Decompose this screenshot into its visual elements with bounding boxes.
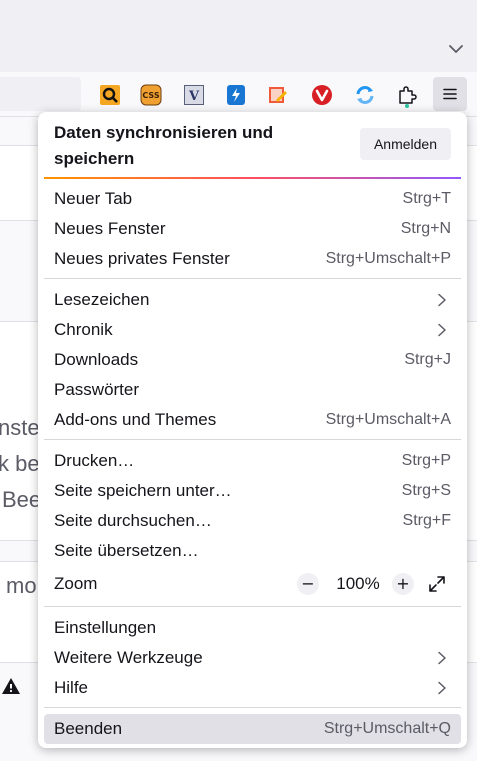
zoom-label: Zoom — [54, 574, 98, 593]
menu-item-history[interactable]: Chronik — [44, 315, 461, 345]
menu-item-save-page[interactable]: Seite speichern unter… Strg+S — [44, 476, 461, 506]
chevron-right-icon — [438, 681, 446, 695]
menu-item-shortcut: Strg+Umschalt+A — [325, 411, 451, 428]
v-extension-button[interactable]: V — [183, 84, 205, 106]
menu-item-bookmarks[interactable]: Lesezeichen — [44, 285, 461, 315]
menu-item-shortcut: Strg+S — [401, 482, 451, 499]
edit-extension-button[interactable] — [267, 84, 289, 106]
menu-separator — [44, 439, 461, 440]
app-menu-panel: Daten synchronisieren und speichern Anme… — [38, 112, 467, 748]
menu-item-label: Add-ons und Themes — [54, 410, 217, 429]
menu-item-shortcut: Strg+T — [402, 190, 451, 207]
menu-item-label: Neuer Tab — [54, 189, 133, 208]
menu-item-label: Beenden — [54, 719, 123, 738]
chevron-down-icon — [449, 45, 463, 53]
menu-item-label: Passwörter — [54, 380, 140, 399]
list-all-tabs-button[interactable] — [445, 38, 467, 60]
page-text-fragment: k be — [0, 451, 40, 476]
menu-item-new-window[interactable]: Neues Fenster Strg+N — [44, 214, 461, 244]
magnifier-extension-icon — [100, 85, 120, 105]
zoom-in-button[interactable]: + — [392, 573, 414, 595]
menu-item-label: Seite durchsuchen… — [54, 511, 212, 530]
sign-in-button[interactable]: Anmelden — [359, 128, 451, 160]
page-text-fragment: Bee — [2, 487, 42, 512]
menu-item-label: Chronik — [54, 320, 113, 339]
zoom-out-button[interactable]: − — [297, 573, 319, 595]
fullscreen-button[interactable] — [426, 573, 448, 595]
magnifier-extension-button[interactable] — [99, 84, 121, 106]
menu-item-shortcut: Strg+N — [400, 220, 451, 237]
chevron-right-icon — [438, 293, 446, 307]
menu-item-settings[interactable]: Einstellungen — [44, 613, 461, 643]
menu-item-label: Weitere Werkzeuge — [54, 648, 203, 667]
sync-extension-button[interactable] — [354, 84, 376, 106]
menu-separator — [44, 278, 461, 279]
vivaldi-extension-icon — [312, 85, 332, 105]
menu-item-label: Hilfe — [54, 678, 89, 697]
sync-extension-icon — [356, 86, 374, 104]
menu-item-label: Seite übersetzen… — [54, 541, 199, 560]
menu-item-find-in-page[interactable]: Seite durchsuchen… Strg+F — [44, 506, 461, 536]
menu-item-label: Downloads — [54, 350, 139, 369]
menu-item-label: Einstellungen — [54, 618, 157, 637]
sync-header: Daten synchronisieren und speichern Anme… — [38, 112, 467, 178]
sync-title: Daten synchronisieren und speichern — [54, 123, 274, 168]
lightning-extension-icon — [227, 85, 245, 105]
css-extension-icon: CSS — [140, 84, 162, 106]
hamburger-menu-icon — [443, 88, 457, 100]
lightning-extension-button[interactable] — [225, 84, 247, 106]
menu-item-help[interactable]: Hilfe — [44, 673, 461, 703]
chevron-right-icon — [438, 651, 446, 665]
menu-item-label: Seite speichern unter… — [54, 481, 232, 500]
menu-item-print[interactable]: Drucken… Strg+P — [44, 446, 461, 476]
menu-item-shortcut: Strg+F — [402, 512, 451, 529]
css-extension-button[interactable]: CSS — [140, 84, 162, 106]
menu-item-label: Neues privates Fenster — [54, 249, 230, 268]
menu-item-new-tab[interactable]: Neuer Tab Strg+T — [44, 184, 461, 214]
fullscreen-icon — [429, 576, 445, 592]
menu-item-quit[interactable]: Beenden Strg+Umschalt+Q — [44, 714, 461, 744]
url-bar[interactable] — [0, 77, 81, 111]
menu-item-label: Lesezeichen — [54, 290, 150, 309]
page-text-fragment: mo — [6, 573, 37, 598]
app-menu-button[interactable] — [433, 77, 467, 111]
menu-separator — [44, 707, 461, 708]
menu-separator — [44, 606, 461, 607]
warning-icon — [0, 675, 22, 697]
sync-accent-divider — [44, 177, 461, 179]
svg-text:V: V — [188, 89, 200, 104]
menu-item-new-private-window[interactable]: Neues privates Fenster Strg+Umschalt+P — [44, 244, 461, 274]
sync-status-dot — [405, 104, 409, 108]
vivaldi-extension-button[interactable] — [311, 84, 333, 106]
zoom-controls: Zoom − 100% + — [44, 567, 461, 601]
menu-item-shortcut: Strg+P — [401, 452, 451, 469]
menu-item-shortcut: Strg+J — [404, 351, 451, 368]
tab-strip — [0, 0, 477, 72]
v-extension-icon: V — [184, 85, 204, 105]
menu-item-shortcut: Strg+Umschalt+Q — [323, 720, 451, 737]
extensions-button[interactable] — [396, 84, 418, 106]
svg-text:CSS: CSS — [142, 91, 159, 100]
zoom-reset-button[interactable]: 100% — [332, 567, 384, 601]
menu-item-translate-page[interactable]: Seite übersetzen… — [44, 536, 461, 566]
menu-item-label: Drucken… — [54, 451, 135, 470]
menu-item-label: Neues Fenster — [54, 219, 166, 238]
puzzle-extensions-icon — [399, 86, 417, 104]
menu-item-addons-themes[interactable]: Add-ons und Themes Strg+Umschalt+A — [44, 405, 461, 435]
chevron-right-icon — [438, 323, 446, 337]
edit-extension-icon — [269, 87, 287, 103]
menu-item-shortcut: Strg+Umschalt+P — [325, 250, 451, 267]
menu-item-passwords[interactable]: Passwörter — [44, 375, 461, 405]
page-text-fragment: nste — [0, 415, 40, 440]
menu-item-downloads[interactable]: Downloads Strg+J — [44, 345, 461, 375]
menu-item-more-tools[interactable]: Weitere Werkzeuge — [44, 643, 461, 673]
